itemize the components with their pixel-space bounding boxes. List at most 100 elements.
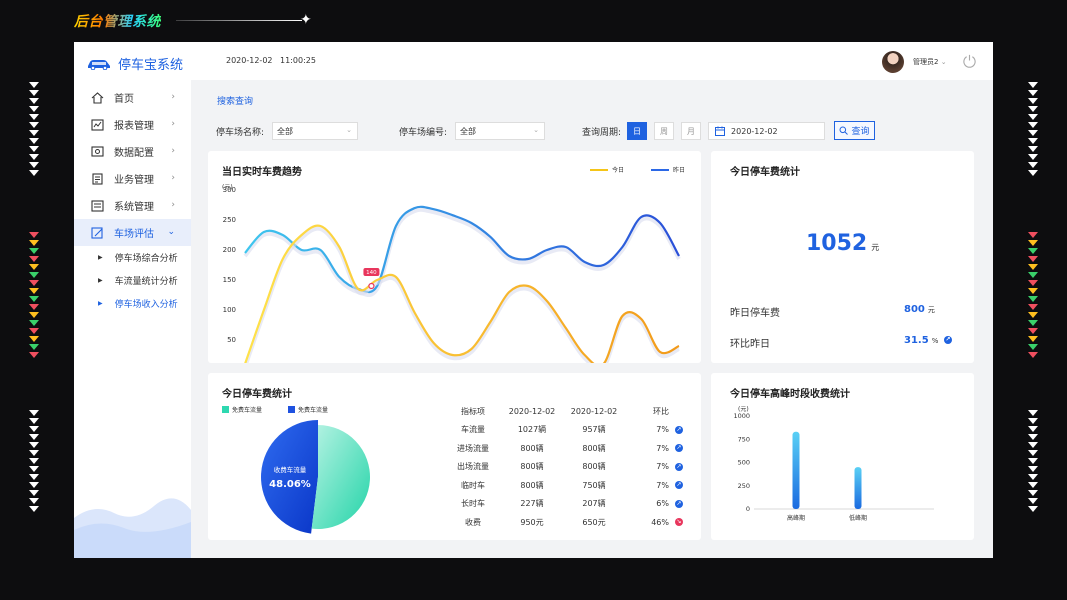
today-fee-unit: 元 bbox=[871, 243, 880, 252]
evaluate-icon bbox=[90, 226, 104, 240]
chevron-right-icon: › bbox=[171, 92, 175, 102]
sidebar-subitem-income-analysis[interactable]: ▶ 停车场收入分析 bbox=[74, 292, 191, 315]
x-tick-label: 低峰期 bbox=[849, 514, 867, 522]
car-icon bbox=[88, 59, 110, 70]
current-date: 2020-12-02 bbox=[226, 56, 273, 65]
period-day-button[interactable]: 日 bbox=[627, 122, 648, 140]
data-config-icon bbox=[90, 145, 104, 159]
series-line-yesterday bbox=[244, 205, 680, 294]
date-picker[interactable]: 2020-12-02 bbox=[708, 122, 826, 140]
chevron-down-icon: ⌄ bbox=[940, 58, 947, 66]
period-month-button[interactable]: 月 bbox=[681, 122, 702, 140]
table-cell: 临时车 bbox=[461, 480, 485, 490]
query-button[interactable]: 查询 bbox=[834, 121, 875, 140]
trend-up-icon: ↗ bbox=[675, 499, 683, 508]
table-cell: 650元 bbox=[582, 517, 606, 527]
table-row: 收费 950元 650元 46% ↘ bbox=[445, 513, 687, 532]
sidebar-wave-decoration bbox=[74, 498, 191, 558]
period-week-button[interactable]: 周 bbox=[654, 122, 675, 140]
table-cell: 7% bbox=[656, 462, 669, 472]
pie-value: 48.06% bbox=[269, 479, 311, 490]
app-logo[interactable]: 停车宝系统 bbox=[86, 54, 183, 73]
series-line-yesterday-shadow bbox=[243, 207, 681, 297]
top-bar: 2020-12-02 11:00:25 管理员2 ⌄ bbox=[191, 42, 993, 80]
lot-no-select[interactable]: 全部 ⌄ bbox=[455, 122, 546, 140]
table-cell: 7% bbox=[656, 480, 669, 490]
app-window: 停车宝系统 首页 › 报表管理 › 数据配置 › 业务管理 › 系统管理 › 车… bbox=[74, 42, 993, 558]
pie-slice-charged bbox=[261, 420, 318, 534]
sidebar-item-evaluate[interactable]: 车场评估 ⌄ bbox=[74, 219, 191, 246]
y-tick-label: 250 bbox=[738, 482, 750, 490]
table-row: 车流量 1027辆 957辆 7% ↗ bbox=[445, 421, 687, 440]
trend-up-icon: ↗ bbox=[675, 462, 683, 471]
pie-legend-item: 免费车流量 bbox=[222, 405, 262, 414]
lot-no-value: 全部 bbox=[460, 126, 477, 136]
sidebar-item-home[interactable]: 首页 › bbox=[74, 84, 191, 111]
user-name: 管理员2 bbox=[913, 58, 939, 66]
triangle-right-icon: ▶ bbox=[98, 300, 103, 307]
table-cell: 227辆 bbox=[520, 499, 544, 509]
sidebar-item-data-config[interactable]: 数据配置 › bbox=[74, 138, 191, 165]
chevron-right-icon: › bbox=[171, 119, 175, 129]
right-arrow-column-middle bbox=[1027, 232, 1039, 360]
trend-chart-card: 当日实时车费趋势 今日 昨日 (元)0501001502002503000:00… bbox=[208, 151, 701, 363]
tooltip-marker bbox=[368, 282, 375, 290]
sidebar-item-system[interactable]: 系统管理 › bbox=[74, 192, 191, 219]
table-cell: 800辆 bbox=[582, 443, 606, 453]
sidebar: 停车宝系统 首页 › 报表管理 › 数据配置 › 业务管理 › 系统管理 › 车… bbox=[74, 42, 191, 558]
period-label: 查询周期: bbox=[582, 127, 622, 138]
lot-name-select[interactable]: 全部 ⌄ bbox=[272, 122, 359, 140]
sidebar-subitem-flow-analysis[interactable]: ▶ 车流量统计分析 bbox=[74, 269, 191, 292]
sidebar-subitem-label: 停车场综合分析 bbox=[114, 254, 178, 264]
sidebar-subitem-lot-analysis[interactable]: ▶ 停车场综合分析 bbox=[74, 246, 191, 269]
ratio-label: 环比昨日 bbox=[730, 339, 770, 350]
trend-up-icon: ↗ bbox=[675, 481, 683, 490]
table-cell: 800辆 bbox=[520, 480, 544, 490]
user-menu[interactable]: 管理员2 ⌄ bbox=[913, 57, 947, 67]
sidebar-item-label: 业务管理 bbox=[114, 175, 154, 186]
today-fee-total: 1052 元 bbox=[806, 231, 879, 256]
power-icon[interactable] bbox=[962, 53, 977, 68]
sidebar-item-label: 系统管理 bbox=[114, 202, 154, 213]
report-icon bbox=[90, 118, 104, 132]
peak-stats-card: 今日停车高峰时段收费统计 (元) 0 250 500 750 1000 高峰期 低峰期 bbox=[711, 373, 974, 540]
trend-down-icon: ↘ bbox=[675, 518, 683, 527]
table-cell: 车流量 bbox=[461, 425, 485, 435]
sidebar-item-label: 车场评估 bbox=[114, 229, 154, 240]
trend-up-icon: ↗ bbox=[943, 336, 952, 344]
sparkle-icon: ✦ bbox=[300, 12, 312, 28]
sidebar-subitem-label: 车流量统计分析 bbox=[114, 277, 178, 287]
table-cell: 7% bbox=[656, 443, 669, 453]
banner-title: 后台管理系统 bbox=[74, 11, 161, 31]
y-tick-label: 500 bbox=[738, 459, 750, 467]
current-time: 11:00:25 bbox=[280, 56, 316, 65]
lot-name-label: 停车场名称: bbox=[216, 127, 265, 138]
banner-divider bbox=[176, 20, 302, 21]
trend-chart: (元)0501001502002503000:002:004:006:008:0… bbox=[222, 184, 681, 363]
y-tick-label: 750 bbox=[738, 435, 750, 443]
y-tick-label: 250 bbox=[223, 216, 236, 224]
table-cell: 800辆 bbox=[520, 462, 544, 472]
table-cell: 7% bbox=[656, 425, 669, 435]
lot-name-value: 全部 bbox=[277, 126, 294, 136]
sidebar-item-business[interactable]: 业务管理 › bbox=[74, 165, 191, 192]
lot-no-label: 停车场编号: bbox=[399, 127, 448, 138]
y-tick-label: 150 bbox=[223, 276, 236, 284]
table-cell: 进场流量 bbox=[457, 443, 489, 453]
trend-up-icon: ↗ bbox=[675, 444, 683, 453]
chevron-right-icon: › bbox=[171, 173, 175, 183]
table-cell: 6% bbox=[656, 499, 669, 509]
table-cell: 出场流量 bbox=[457, 462, 489, 472]
table-cell: 800辆 bbox=[582, 462, 606, 472]
table-header-cell: 指标项 bbox=[461, 406, 485, 416]
sidebar-item-reports[interactable]: 报表管理 › bbox=[74, 111, 191, 138]
legend-label: 免费车流量 bbox=[298, 407, 329, 414]
flow-stats-card: 今日停车费统计 免费车流量 免费车流量 收费车流量 48.06% 指标项 2020… bbox=[208, 373, 701, 540]
table-header-cell: 2020-12-02 bbox=[508, 406, 556, 416]
right-arrow-column-top bbox=[1027, 82, 1039, 178]
yesterday-fee-value: 800 bbox=[904, 304, 925, 315]
left-arrow-column-middle bbox=[28, 232, 40, 360]
y-tick-label: 0 bbox=[746, 505, 750, 513]
y-tick-label: 1000 bbox=[733, 412, 750, 420]
avatar[interactable] bbox=[882, 51, 904, 73]
